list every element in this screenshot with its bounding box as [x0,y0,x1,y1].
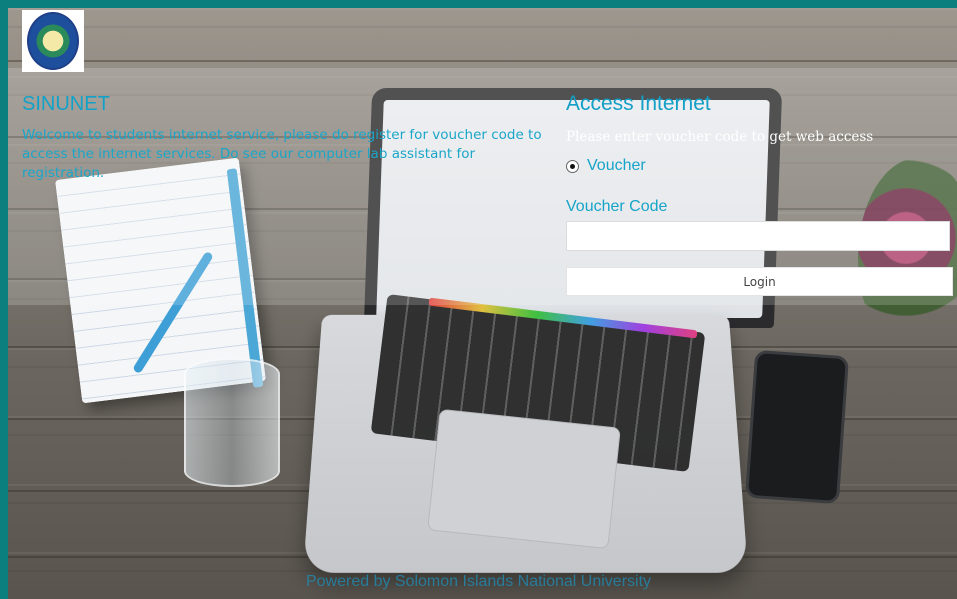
voucher-option[interactable]: Voucher [566,157,646,175]
voucher-radio-label[interactable]: Voucher [587,157,646,175]
welcome-message: Welcome to students internet service, pl… [22,127,542,181]
login-button[interactable]: Login [566,267,953,296]
university-crest-icon [27,12,79,70]
access-title: Access Internet [566,92,711,115]
smartphone-image [744,349,850,505]
plank-seam [8,60,957,62]
water-glass-image [184,358,280,487]
access-subtitle: Please enter voucher code to get web acc… [566,129,874,145]
background-scene [8,8,957,599]
footer-credit: Powered by Solomon Islands National Univ… [305,573,652,590]
radio-selected-dot [570,163,575,169]
voucher-code-label: Voucher Code [566,198,668,215]
trackpad-image [427,408,621,550]
logo [22,10,84,72]
voucher-code-input[interactable] [566,221,950,251]
voucher-radio[interactable] [566,159,579,173]
brand-title: SINUNET [22,93,110,115]
